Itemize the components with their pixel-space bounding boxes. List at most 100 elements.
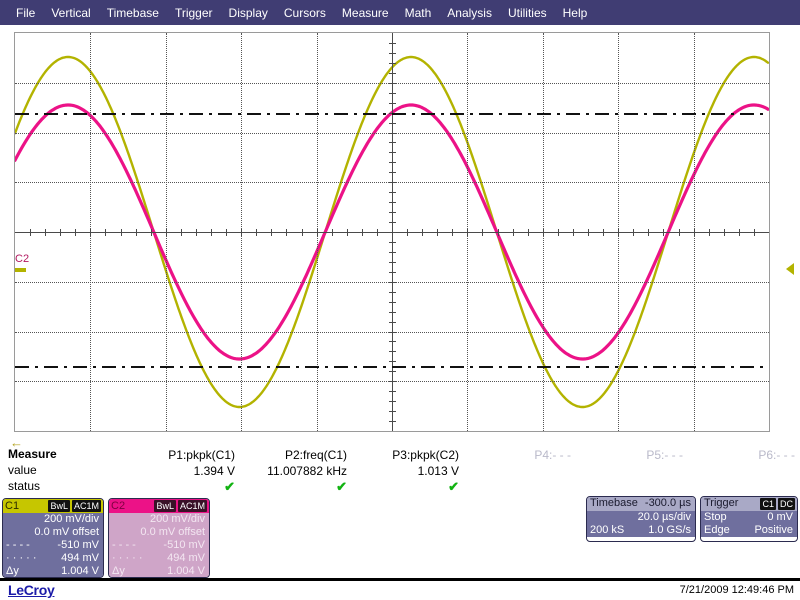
axis-tick-x	[317, 229, 318, 236]
axis-tick-y	[389, 142, 396, 143]
measure-param-header-6[interactable]: P6:- - -	[680, 448, 795, 462]
measure-param-status-1: ✔	[224, 479, 235, 494]
menu-item-timebase[interactable]: Timebase	[99, 4, 167, 22]
channel-2-name: C2	[111, 500, 126, 512]
channel-1-bandwidth-badge[interactable]: BwL	[48, 500, 70, 512]
measure-status-label: status	[8, 479, 41, 493]
menu-item-vertical[interactable]: Vertical	[43, 4, 98, 22]
channel-2-cursor1-row[interactable]: - - - - -510 mV	[109, 539, 209, 552]
channel-1-cursor1-row[interactable]: - - - - -510 mV	[3, 539, 103, 552]
timebase-memory-row[interactable]: 200 kS 1.0 GS/s	[587, 524, 695, 537]
trigger-state: Stop	[704, 511, 727, 523]
measure-param-value-2: 11.007882 kHz	[267, 464, 347, 478]
axis-tick-x	[482, 229, 483, 236]
trigger-coupling-badge[interactable]: DC	[778, 498, 795, 510]
axis-tick-y	[389, 73, 396, 74]
channel-2-coupling-badge[interactable]: AC1M	[177, 500, 207, 512]
lecroy-logo[interactable]: LeCroy	[8, 582, 55, 598]
axis-tick-x	[226, 229, 227, 236]
axis-tick-y	[389, 123, 396, 124]
menu-item-measure[interactable]: Measure	[334, 4, 397, 22]
channel-2-delta-row[interactable]: Δy 1.004 V	[109, 565, 209, 577]
axis-tick-x	[45, 229, 46, 236]
waveform-display-area[interactable]: C2	[14, 32, 794, 432]
channel-2-scale-row[interactable]: 200 mV/div	[109, 513, 209, 526]
timebase-header[interactable]: Timebase -300.0 µs	[587, 497, 695, 511]
axis-tick-x	[362, 229, 363, 236]
channel-1-header[interactable]: C1 BwL AC1M	[3, 499, 103, 513]
channel-1-descriptor[interactable]: C1 BwL AC1M 200 mV/div 0.0 mV offset - -…	[2, 498, 104, 578]
datetime-display[interactable]: 7/21/2009 12:49:46 PM	[680, 584, 794, 597]
menu-item-math[interactable]: Math	[397, 4, 440, 22]
channel-1-delta-row[interactable]: Δy 1.004 V	[3, 565, 103, 577]
axis-tick-y	[389, 351, 396, 352]
axis-tick-x	[60, 229, 61, 236]
channel-2-cursor2-row[interactable]: · · · · · 494 mV	[109, 552, 209, 565]
trigger-header[interactable]: Trigger C1 DC	[701, 497, 797, 511]
channel-2-descriptor[interactable]: C2 BwL AC1M 200 mV/div 0.0 mV offset - -…	[108, 498, 210, 578]
channel-2-badges: BwL AC1M	[154, 500, 207, 512]
menu-item-analysis[interactable]: Analysis	[439, 4, 500, 22]
measure-param-value-3: 1.013 V	[417, 464, 459, 478]
channel-1-scale-row[interactable]: 200 mV/div	[3, 513, 103, 526]
cursor-line-upper[interactable]	[15, 113, 769, 115]
channel-1-cursor2-row[interactable]: · · · · · 494 mV	[3, 552, 103, 565]
measure-param-header-4[interactable]: P4:- - -	[456, 448, 571, 462]
channel-2-offset-row[interactable]: 0.0 mV offset	[109, 526, 209, 539]
timebase-memory: 200 kS	[590, 524, 625, 536]
trigger-state-row[interactable]: Stop 0 mV	[701, 511, 797, 524]
axis-tick-y	[389, 93, 396, 94]
trigger-descriptor[interactable]: Trigger C1 DC Stop 0 mV Edge Positive	[700, 496, 798, 542]
axis-tick-x	[603, 229, 604, 236]
axis-tick-y	[389, 361, 396, 362]
axis-tick-y	[389, 332, 396, 333]
axis-tick-x	[75, 229, 76, 236]
axis-tick-y	[389, 43, 396, 44]
axis-tick-x	[709, 229, 710, 236]
menu-item-cursors[interactable]: Cursors	[276, 4, 334, 22]
axis-tick-x	[694, 229, 695, 236]
measure-param-header-1[interactable]: P1:pkpk(C1)	[120, 448, 235, 462]
trigger-type: Edge	[704, 524, 730, 536]
measure-param-header-3[interactable]: P3:pkpk(C2)	[344, 448, 459, 462]
timebase-descriptor[interactable]: Timebase -300.0 µs 20.0 µs/div 200 kS 1.…	[586, 496, 696, 542]
trigger-level-marker-icon[interactable]	[786, 263, 794, 275]
axis-tick-y	[389, 411, 396, 412]
channel-2-delta-value: 1.004 V	[167, 565, 205, 577]
menu-item-trigger[interactable]: Trigger	[167, 4, 221, 22]
timebase-delay: -300.0 µs	[644, 497, 691, 509]
trigger-source-badge[interactable]: C1	[760, 498, 776, 510]
channel-1-coupling-badge[interactable]: AC1M	[71, 500, 101, 512]
menu-item-utilities[interactable]: Utilities	[500, 4, 555, 22]
graticule[interactable]	[14, 32, 770, 432]
axis-tick-y	[389, 252, 396, 253]
trigger-type-row[interactable]: Edge Positive	[701, 524, 797, 537]
timebase-title: Timebase	[590, 497, 638, 509]
cursor-line-lower[interactable]	[15, 366, 769, 368]
axis-tick-y	[389, 401, 396, 402]
menu-item-display[interactable]: Display	[221, 4, 276, 22]
oscilloscope-screen: File Vertical Timebase Trigger Display Cursor…	[0, 0, 800, 600]
c2-ground-marker-label[interactable]: C2	[15, 254, 29, 265]
axis-tick-x	[347, 229, 348, 236]
channel-2-header[interactable]: C2 BwL AC1M	[109, 499, 209, 513]
timebase-scale-row[interactable]: 20.0 µs/div	[587, 511, 695, 524]
measure-value-label: value	[8, 463, 37, 477]
channel-2-bandwidth-badge[interactable]: BwL	[154, 500, 176, 512]
menu-item-file[interactable]: File	[8, 4, 43, 22]
measure-param-header-2[interactable]: P2:freq(C1)	[232, 448, 347, 462]
c1-ground-marker[interactable]	[15, 268, 26, 272]
channel-1-offset-row[interactable]: 0.0 mV offset	[3, 526, 103, 539]
menu-item-help[interactable]: Help	[555, 4, 596, 22]
axis-tick-x	[407, 229, 408, 236]
measure-title: Measure	[8, 447, 57, 461]
measure-param-header-5[interactable]: P5:- - -	[568, 448, 683, 462]
axis-tick-x	[90, 229, 91, 236]
axis-tick-y	[389, 322, 396, 323]
measure-param-status-2: ✔	[336, 479, 347, 494]
measure-table[interactable]: Measure value status P1:pkpk(C1) 1.394 V ✔…	[0, 447, 800, 495]
axis-tick-x	[543, 229, 544, 236]
axis-tick-x	[151, 229, 152, 236]
axis-tick-x	[558, 229, 559, 236]
channel-2-cursor2-style: · · · · ·	[112, 552, 143, 564]
